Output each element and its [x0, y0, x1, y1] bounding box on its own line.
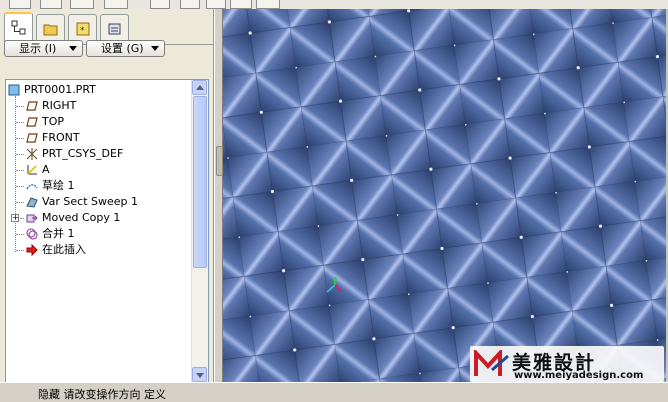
toolbar-button[interactable]	[70, 0, 94, 9]
show-dropdown-label: 显示 (I)	[19, 42, 57, 55]
tab-folder-browser[interactable]	[36, 14, 65, 41]
tree-item-label: RIGHT	[42, 99, 77, 112]
tiled-surface	[223, 9, 666, 382]
settings-dropdown-label: 设置 (G)	[101, 42, 144, 55]
tree-branch	[16, 202, 24, 203]
tree-root-label: PRT0001.PRT	[24, 83, 96, 96]
tree-branch	[16, 154, 24, 155]
tree-branch	[16, 250, 24, 251]
tree-branch	[16, 122, 24, 123]
toolbar-button[interactable]	[150, 0, 170, 9]
copy-icon	[26, 214, 38, 223]
tree-item-label: A	[42, 163, 50, 176]
brand-url: www.meiyadesign.com	[514, 370, 644, 381]
toolbar-button[interactable]	[180, 0, 200, 9]
tree-item-label: TOP	[42, 115, 65, 128]
folder-icon	[43, 24, 58, 36]
brand-m-icon	[474, 350, 509, 376]
splitter-grip[interactable]	[216, 146, 223, 176]
sweep-icon	[26, 197, 38, 208]
tree-item-label: 合并 1	[42, 227, 75, 240]
tree-branch	[16, 234, 24, 235]
surface-render	[223, 9, 666, 382]
tree-item-label: PRT_CSYS_DEF	[42, 147, 124, 160]
tab-favorites[interactable]: *	[68, 14, 97, 41]
tree-item-label: FRONT	[42, 131, 80, 144]
status-bar: 隐藏 请改变操作方向 定义	[0, 382, 668, 401]
sketch-icon	[26, 184, 38, 190]
tree-guide-line	[15, 96, 16, 252]
model-tree[interactable]: PRT0001.PRT RIGHT TOP FRONT PRT_CSYS_DEF…	[5, 79, 209, 383]
tree-branch	[16, 138, 24, 139]
tree-item-label: 在此插入	[42, 243, 86, 256]
coordinate-system-icon	[26, 148, 38, 160]
settings-dropdown[interactable]: 设置 (G)	[86, 40, 165, 57]
model-tree-icon	[11, 20, 26, 35]
datum-axis-icon	[27, 165, 37, 175]
graphics-window[interactable]	[223, 9, 666, 382]
connections-icon	[108, 23, 121, 35]
arrow-down-icon	[196, 373, 204, 378]
expand-toggle[interactable]: +	[11, 214, 19, 222]
tree-branch	[20, 218, 24, 219]
datum-plane-icon	[26, 117, 38, 127]
scroll-down-button[interactable]	[192, 367, 207, 382]
merge-icon	[26, 228, 38, 240]
tree-item-label: 草绘 1	[42, 179, 75, 192]
toolbar-button[interactable]	[40, 0, 62, 9]
watermark-logo: 美雅設計 www.meiyadesign.com	[470, 346, 664, 382]
scroll-up-button[interactable]	[192, 80, 207, 95]
tree-branch	[16, 170, 24, 171]
navigator-tabs: *	[4, 12, 217, 45]
tree-branch	[16, 106, 24, 107]
tree-item-label: Moved Copy 1	[42, 211, 121, 224]
tab-model-tree[interactable]	[4, 12, 33, 42]
panel-splitter[interactable]	[214, 9, 223, 382]
chevron-down-icon	[151, 46, 159, 51]
navigator-panel: * 显示 (I) 设置 (G) PRT0001.PRT RIGHT TOP FR…	[0, 9, 217, 383]
chevron-down-icon	[69, 46, 77, 51]
insert-here-arrow-icon	[26, 244, 38, 256]
show-dropdown[interactable]: 显示 (I)	[4, 40, 83, 57]
tab-connections[interactable]	[100, 14, 129, 41]
toolbar-button[interactable]	[104, 0, 128, 9]
toolbar-button[interactable]	[230, 0, 252, 9]
part-icon	[8, 84, 20, 96]
arrow-up-icon	[196, 85, 204, 90]
datum-plane-icon	[26, 133, 38, 143]
toolbar-button[interactable]	[9, 0, 31, 9]
svg-text:*: *	[80, 26, 85, 36]
tree-branch	[16, 186, 24, 187]
tree-scrollbar[interactable]	[191, 80, 208, 382]
tree-item-label: Var Sect Sweep 1	[42, 195, 139, 208]
scroll-thumb[interactable]	[193, 96, 207, 268]
favorites-icon: *	[76, 22, 90, 36]
toolbar-button[interactable]	[206, 0, 226, 9]
datum-plane-icon	[26, 101, 38, 111]
toolbar-button[interactable]	[256, 0, 280, 9]
